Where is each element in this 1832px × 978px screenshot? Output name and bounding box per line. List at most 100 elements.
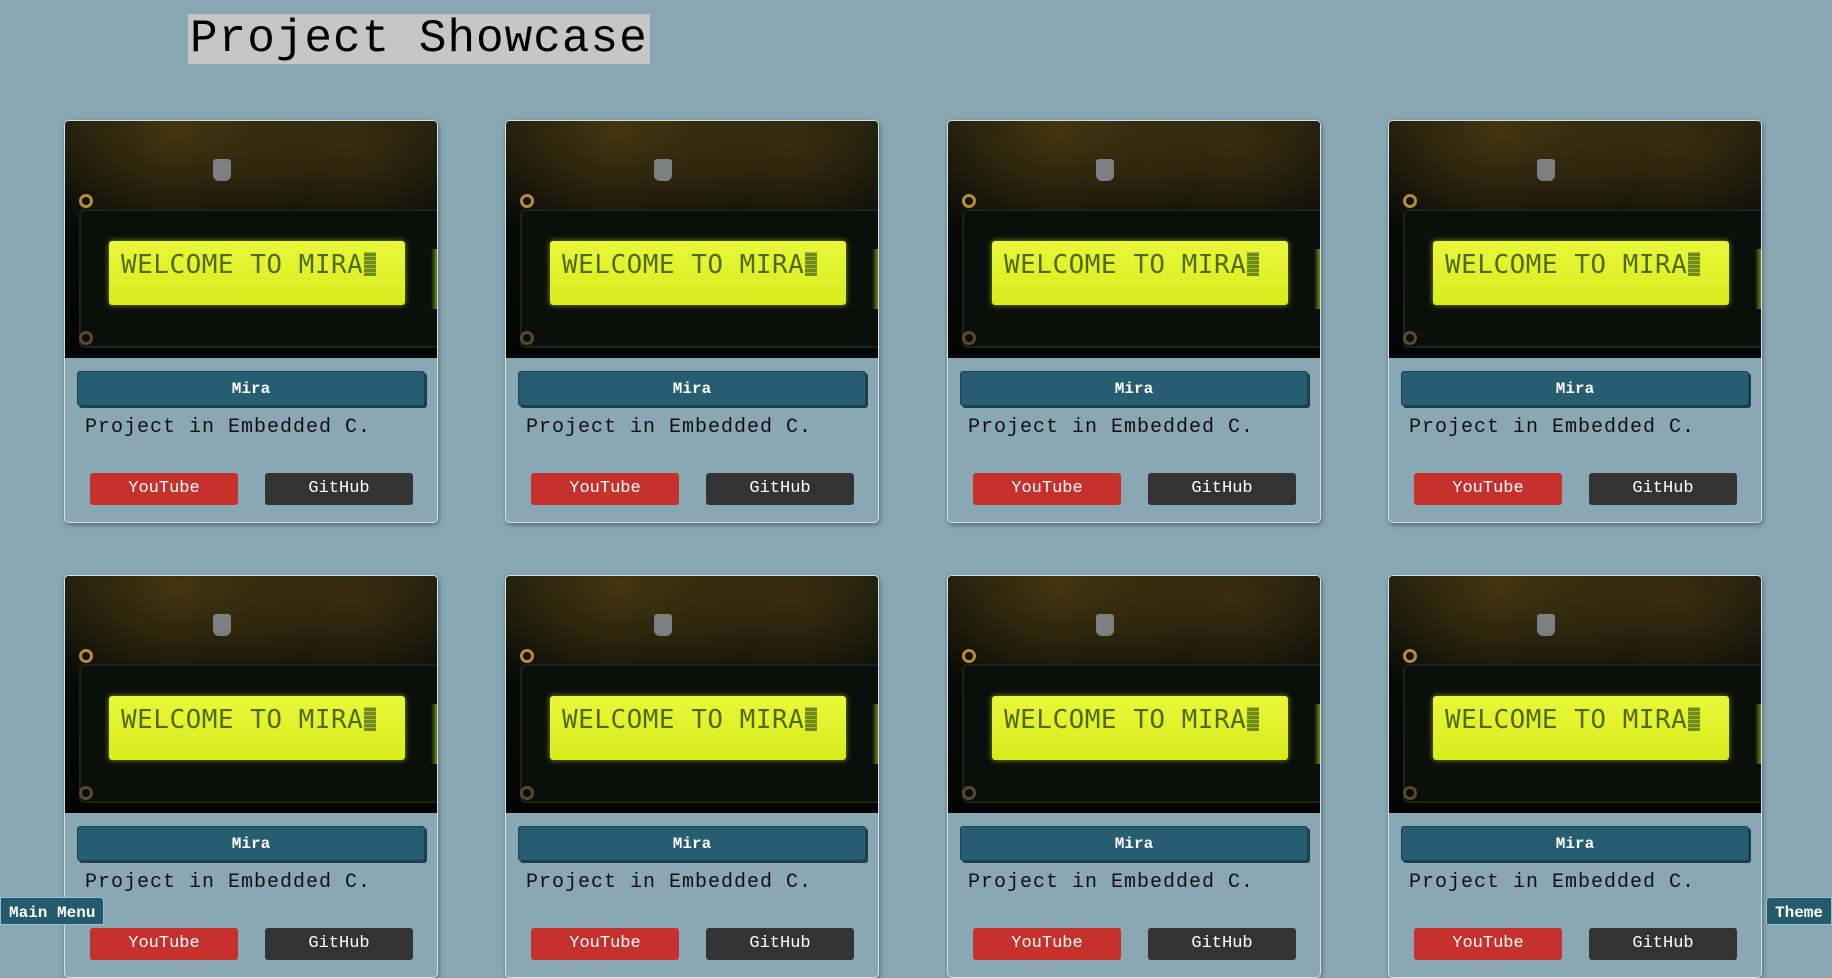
project-description: Project in Embedded C. — [526, 413, 866, 443]
project-card: WELCOME TO MIRA Mira Project in Embedded… — [1388, 575, 1762, 978]
lcd-text: WELCOME TO MIRA — [1004, 245, 1284, 285]
mount-hole — [1403, 194, 1417, 208]
mount-hole — [1403, 786, 1417, 800]
project-description: Project in Embedded C. — [1409, 413, 1749, 443]
project-name-button[interactable]: Mira — [960, 826, 1308, 861]
youtube-button[interactable]: YouTube — [531, 473, 679, 505]
potentiometer — [213, 159, 231, 181]
project-card: WELCOME TO MIRA Mira Project in Embedded… — [505, 575, 879, 978]
mount-hole — [520, 331, 534, 345]
lcd-edge — [872, 249, 879, 309]
project-image: WELCOME TO MIRA — [1389, 121, 1762, 358]
project-name-button[interactable]: Mira — [960, 371, 1308, 406]
mount-hole — [962, 786, 976, 800]
github-button[interactable]: GitHub — [1148, 473, 1296, 505]
lcd-cursor — [1247, 707, 1259, 731]
youtube-button[interactable]: YouTube — [973, 928, 1121, 960]
lcd-message: WELCOME TO MIRA — [562, 705, 804, 735]
potentiometer — [1096, 614, 1114, 636]
lcd-edge — [431, 704, 438, 764]
project-image: WELCOME TO MIRA — [65, 576, 438, 813]
potentiometer — [1537, 614, 1555, 636]
project-description: Project in Embedded C. — [85, 868, 425, 898]
project-description: Project in Embedded C. — [526, 868, 866, 898]
lcd-message: WELCOME TO MIRA — [121, 705, 363, 735]
youtube-button[interactable]: YouTube — [1414, 928, 1562, 960]
mount-hole — [962, 649, 976, 663]
lcd-edge — [872, 704, 879, 764]
lcd-text: WELCOME TO MIRA — [1445, 245, 1725, 285]
lcd-cursor — [805, 252, 817, 276]
project-image: WELCOME TO MIRA — [65, 121, 438, 358]
mount-hole — [520, 194, 534, 208]
mount-hole — [962, 331, 976, 345]
potentiometer — [213, 614, 231, 636]
project-description: Project in Embedded C. — [1409, 868, 1749, 898]
github-button[interactable]: GitHub — [265, 928, 413, 960]
lcd-cursor — [364, 252, 376, 276]
mount-hole — [962, 194, 976, 208]
lcd-message: WELCOME TO MIRA — [1004, 705, 1246, 735]
lcd-message: WELCOME TO MIRA — [1445, 705, 1687, 735]
project-name-button[interactable]: Mira — [77, 371, 425, 406]
github-button[interactable]: GitHub — [706, 928, 854, 960]
github-button[interactable]: GitHub — [706, 473, 854, 505]
lcd-cursor — [364, 707, 376, 731]
mount-hole — [79, 649, 93, 663]
project-card: WELCOME TO MIRA Mira Project in Embedded… — [64, 120, 438, 523]
youtube-button[interactable]: YouTube — [531, 928, 679, 960]
youtube-button[interactable]: YouTube — [1414, 473, 1562, 505]
potentiometer — [1096, 159, 1114, 181]
youtube-button[interactable]: YouTube — [90, 928, 238, 960]
project-name-button[interactable]: Mira — [1401, 826, 1749, 861]
project-grid: WELCOME TO MIRA Mira Project in Embedded… — [0, 0, 1832, 925]
project-name-button[interactable]: Mira — [77, 826, 425, 861]
main-menu-button[interactable]: Main Menu — [0, 897, 104, 925]
project-card: WELCOME TO MIRA Mira Project in Embedded… — [64, 575, 438, 978]
project-card: WELCOME TO MIRA Mira Project in Embedded… — [947, 575, 1321, 978]
project-description: Project in Embedded C. — [968, 868, 1308, 898]
lcd-edge — [1314, 249, 1321, 309]
github-button[interactable]: GitHub — [1148, 928, 1296, 960]
lcd-edge — [1755, 704, 1762, 764]
project-card: WELCOME TO MIRA Mira Project in Embedded… — [947, 120, 1321, 523]
github-button[interactable]: GitHub — [265, 473, 413, 505]
lcd-edge — [1314, 704, 1321, 764]
potentiometer — [654, 614, 672, 636]
project-name-button[interactable]: Mira — [1401, 371, 1749, 406]
mount-hole — [1403, 649, 1417, 663]
github-button[interactable]: GitHub — [1589, 473, 1737, 505]
project-image: WELCOME TO MIRA — [1389, 576, 1762, 813]
lcd-cursor — [1247, 252, 1259, 276]
lcd-text: WELCOME TO MIRA — [1445, 700, 1725, 740]
project-card: WELCOME TO MIRA Mira Project in Embedded… — [505, 120, 879, 523]
project-image: WELCOME TO MIRA — [948, 576, 1321, 813]
lcd-text: WELCOME TO MIRA — [562, 245, 842, 285]
github-button[interactable]: GitHub — [1589, 928, 1737, 960]
lcd-edge — [431, 249, 438, 309]
youtube-button[interactable]: YouTube — [973, 473, 1121, 505]
mount-hole — [79, 786, 93, 800]
project-name-button[interactable]: Mira — [518, 371, 866, 406]
youtube-button[interactable]: YouTube — [90, 473, 238, 505]
theme-button[interactable]: Theme — [1766, 897, 1832, 925]
lcd-message: WELCOME TO MIRA — [562, 250, 804, 280]
mount-hole — [79, 331, 93, 345]
project-description: Project in Embedded C. — [968, 413, 1308, 443]
lcd-edge — [1755, 249, 1762, 309]
lcd-text: WELCOME TO MIRA — [1004, 700, 1284, 740]
mount-hole — [520, 786, 534, 800]
project-image: WELCOME TO MIRA — [506, 576, 879, 813]
mount-hole — [520, 649, 534, 663]
lcd-message: WELCOME TO MIRA — [1445, 250, 1687, 280]
project-description: Project in Embedded C. — [85, 413, 425, 443]
lcd-message: WELCOME TO MIRA — [121, 250, 363, 280]
potentiometer — [1537, 159, 1555, 181]
project-name-button[interactable]: Mira — [518, 826, 866, 861]
project-image: WELCOME TO MIRA — [506, 121, 879, 358]
project-card: WELCOME TO MIRA Mira Project in Embedded… — [1388, 120, 1762, 523]
lcd-text: WELCOME TO MIRA — [121, 245, 401, 285]
lcd-text: WELCOME TO MIRA — [121, 700, 401, 740]
lcd-cursor — [1688, 252, 1700, 276]
mount-hole — [79, 194, 93, 208]
